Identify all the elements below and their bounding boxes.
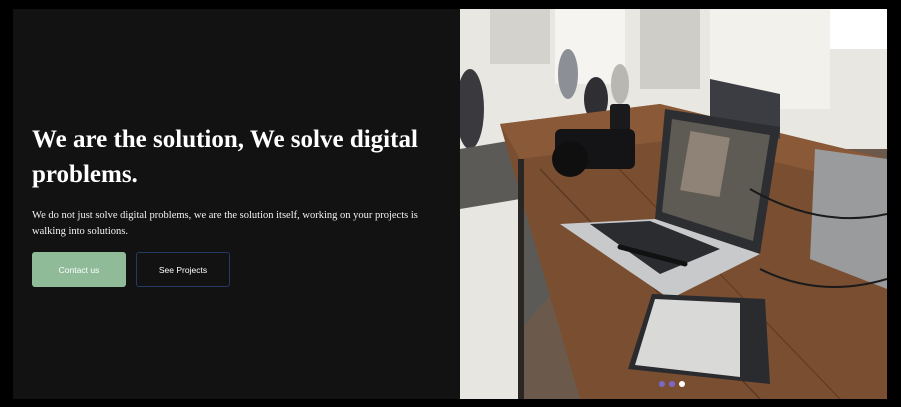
hero-headline: We are the solution, We solve digital pr… (32, 126, 418, 188)
carousel-indicators (659, 381, 685, 387)
hero-subtext: We do not just solve digital problems, w… (32, 210, 418, 237)
carousel-dot[interactable] (659, 381, 665, 387)
contact-us-button[interactable]: Contact us (32, 252, 126, 287)
hero-photo (460, 9, 887, 399)
see-projects-button[interactable]: See Projects (136, 252, 230, 287)
hero-image (460, 9, 887, 399)
carousel-dot[interactable] (669, 381, 675, 387)
hero-section: We are the solution, We solve digital pr… (13, 9, 887, 399)
hero-text-panel: We are the solution, We solve digital pr… (13, 9, 460, 399)
carousel-dot-active[interactable] (679, 381, 685, 387)
